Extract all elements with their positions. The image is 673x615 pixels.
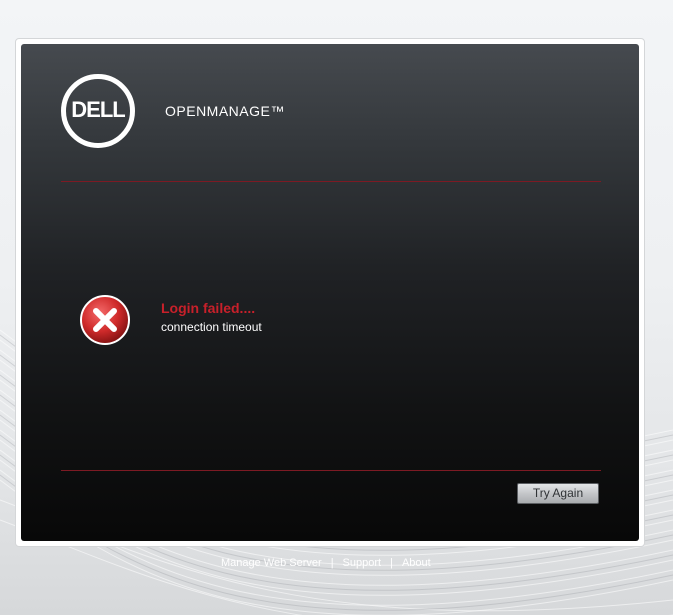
support-link[interactable]: Support	[343, 557, 382, 569]
manage-web-server-link[interactable]: Manage Web Server	[221, 557, 322, 569]
product-name: OPENMANAGE™	[165, 103, 285, 119]
header-divider	[61, 181, 601, 182]
footer-links: Manage Web Server | Support | About	[221, 557, 431, 570]
footer-separator: |	[330, 557, 334, 569]
footer-separator: |	[390, 557, 393, 569]
about-link[interactable]: About	[402, 557, 431, 569]
login-panel: DELL OPENMANAGE™ Login failed.... connec…	[21, 44, 639, 541]
error-x-icon	[80, 295, 130, 345]
dell-logo-text: DELL	[71, 97, 125, 122]
error-title: Login failed....	[161, 300, 256, 316]
try-again-button[interactable]: Try Again	[517, 483, 599, 504]
error-message: connection timeout	[161, 320, 262, 334]
dell-logo: DELL	[61, 74, 135, 148]
footer-divider	[61, 470, 601, 471]
